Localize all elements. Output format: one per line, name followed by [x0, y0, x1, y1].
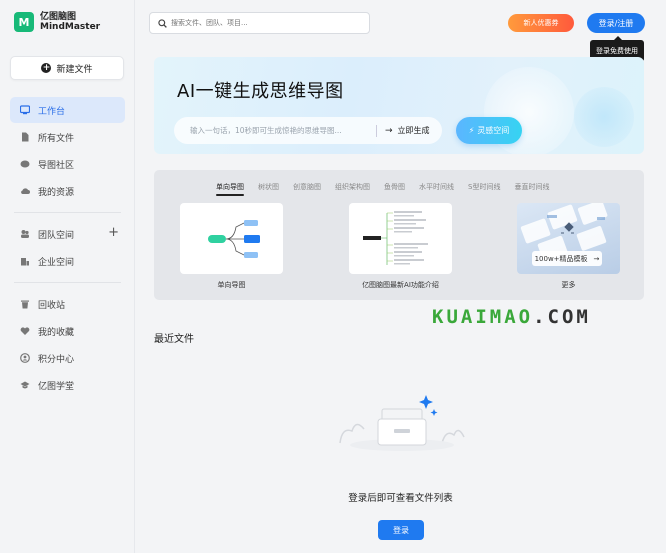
points-icon: [20, 353, 30, 363]
recent-files-title: 最近文件: [154, 334, 194, 345]
sidebar-item-label: 我的资源: [38, 187, 75, 198]
sidebar-item-team[interactable]: 团队空间 +: [10, 221, 125, 247]
template-tabs: 单向导图 树状图 创意脑图 组织架构图 鱼骨图 水平时间线 S型时间线 垂直时间…: [216, 182, 563, 196]
template-card-label: 亿图脑图最新AI功能介绍: [362, 281, 439, 289]
academy-icon: [20, 381, 30, 389]
sidebar-item-favorites[interactable]: 我的收藏: [10, 318, 125, 344]
sidebar-item-label: 亿图学堂: [38, 381, 75, 392]
sidebar-item-trash[interactable]: 回收站: [10, 291, 125, 317]
watermark: KUAIMAO.COM: [432, 306, 591, 328]
arrow-right-icon: →: [593, 254, 600, 263]
tab-fishbone[interactable]: 鱼骨图: [384, 182, 405, 192]
sidebar: M 亿图脑图 MindMaster + 新建文件 工作台 所有文件 导图社区 我…: [0, 0, 135, 553]
tab-tree[interactable]: 树状图: [258, 182, 279, 192]
add-team-icon[interactable]: +: [108, 226, 119, 240]
empty-box-illustration-icon: [339, 395, 465, 451]
sidebar-item-label: 团队空间: [38, 230, 75, 241]
sidebar-item-label: 导图社区: [38, 160, 75, 171]
sidebar-nav: 工作台 所有文件 导图社区 我的资源 团队空间 + 企业空间 回收站 我的收藏 …: [10, 97, 125, 399]
ai-prompt-input[interactable]: 输入一句话，10秒即可生成惊艳的思维导图... → 立即生成: [174, 117, 442, 144]
ai-prompt-placeholder: 输入一句话，10秒即可生成惊艳的思维导图...: [190, 126, 342, 135]
sidebar-item-label: 积分中心: [38, 354, 75, 365]
ai-intro-preview-icon: [363, 211, 428, 265]
lightning-icon: ⚡: [468, 126, 475, 135]
inspiration-space-button[interactable]: ⚡ 灵感空间: [456, 117, 522, 144]
login-button[interactable]: 登录: [378, 520, 424, 540]
trash-icon: [21, 300, 29, 309]
sidebar-item-label: 企业空间: [38, 257, 75, 268]
tab-s-timeline[interactable]: S型时间线: [468, 182, 500, 192]
mindmaster-logo-icon: M: [14, 12, 34, 32]
sidebar-item-label: 所有文件: [38, 133, 75, 144]
logo-en-text: MindMaster: [40, 22, 101, 32]
tab-org-chart[interactable]: 组织架构图: [335, 182, 370, 192]
enterprise-icon: [21, 258, 29, 266]
sidebar-item-label: 我的收藏: [38, 327, 75, 338]
search-icon: [158, 18, 167, 28]
sidebar-item-academy[interactable]: 亿图学堂: [10, 372, 125, 398]
promo-coupon-button[interactable]: 新人优惠券: [508, 14, 574, 32]
inspiration-space-label: 灵感空间: [477, 126, 510, 135]
more-templates-tag: 100w+精品模板 →: [532, 251, 602, 266]
template-card-label: 更多: [561, 281, 576, 289]
empty-state-text: 登录后即可查看文件列表: [348, 493, 453, 504]
generate-label: 立即生成: [397, 126, 430, 135]
sidebar-item-all-files[interactable]: 所有文件: [10, 124, 125, 150]
team-icon: [21, 230, 29, 238]
file-icon: [22, 132, 29, 142]
template-card-more[interactable]: 100w+精品模板 →: [517, 203, 620, 274]
sidebar-item-label: 工作台: [38, 106, 66, 117]
generate-button[interactable]: → 立即生成: [385, 125, 430, 136]
template-card-one-way[interactable]: [180, 203, 283, 274]
sidebar-item-enterprise[interactable]: 企业空间: [10, 248, 125, 274]
divider: [14, 212, 121, 213]
search-box[interactable]: [149, 12, 370, 34]
mindmap-preview-icon: [208, 220, 260, 258]
template-card-label: 单向导图: [217, 281, 246, 289]
cloud-icon: [21, 188, 30, 194]
sidebar-item-label: 回收站: [38, 300, 66, 311]
template-card-ai-intro[interactable]: [349, 203, 452, 274]
sidebar-item-points[interactable]: 积分中心: [10, 345, 125, 371]
new-file-label: 新建文件: [56, 64, 93, 75]
sidebar-item-resources[interactable]: 我的资源: [10, 178, 125, 204]
logo-cn-text: 亿图脑图: [40, 12, 77, 22]
hero-title: AI一键生成思维导图: [177, 81, 344, 102]
login-register-button[interactable]: 登录/注册: [587, 13, 645, 33]
divider: [14, 282, 121, 283]
app-logo[interactable]: M 亿图脑图 MindMaster: [14, 12, 100, 32]
tab-one-way[interactable]: 单向导图: [216, 182, 244, 196]
arrow-right-icon: →: [385, 125, 393, 136]
tab-creative[interactable]: 创意脑图: [293, 182, 321, 192]
heart-icon: [20, 327, 30, 335]
template-panel: 单向导图 树状图 创意脑图 组织架构图 鱼骨图 水平时间线 S型时间线 垂直时间…: [154, 170, 644, 300]
search-input[interactable]: [171, 19, 361, 27]
tab-vertical-timeline[interactable]: 垂直时间线: [514, 182, 549, 192]
tab-horizontal-timeline[interactable]: 水平时间线: [419, 182, 454, 192]
sidebar-item-community[interactable]: 导图社区: [10, 151, 125, 177]
sidebar-item-workspace[interactable]: 工作台: [10, 97, 125, 123]
plus-circle-icon: +: [41, 63, 52, 73]
ai-hero-banner: AI一键生成思维导图 输入一句话，10秒即可生成惊艳的思维导图... → 立即生…: [154, 57, 644, 154]
promo-label: 新人优惠券: [523, 19, 559, 27]
community-icon: [20, 160, 30, 168]
workspace-icon: [20, 105, 30, 115]
new-file-button[interactable]: + 新建文件: [10, 56, 124, 80]
